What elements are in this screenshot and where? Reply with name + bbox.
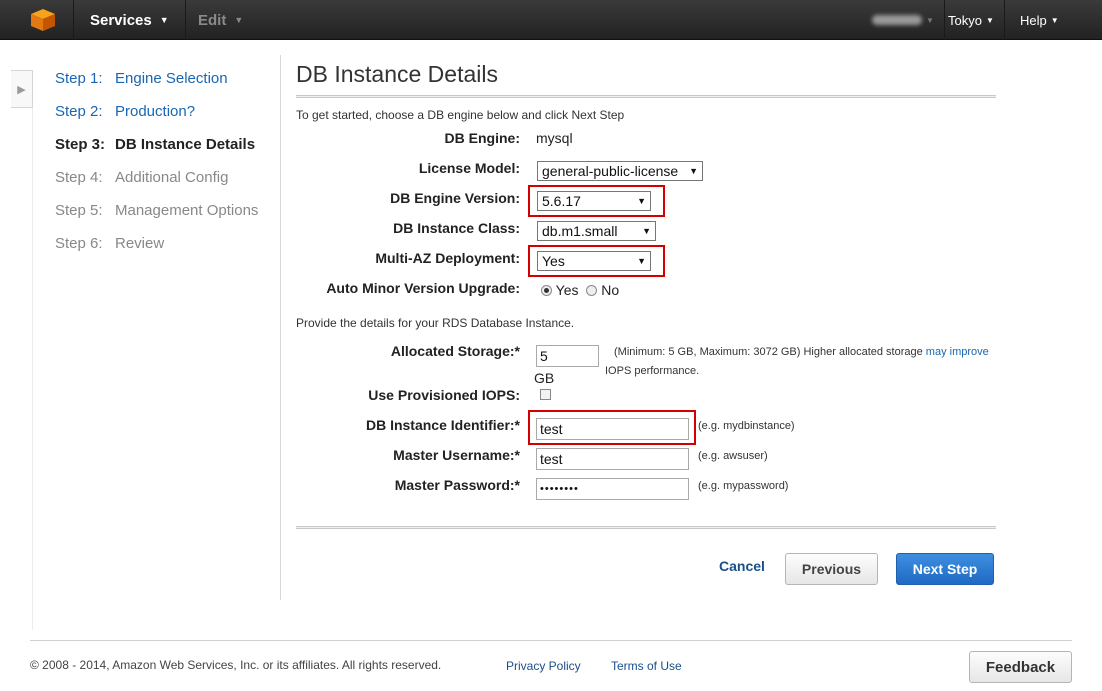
step-production[interactable]: Step 2: Production? — [55, 103, 195, 120]
radio-no-label: No — [601, 282, 620, 298]
step-label: DB Instance Details — [115, 136, 256, 153]
steps-divider — [280, 55, 281, 600]
may-improve-link[interactable]: may improve — [926, 346, 989, 358]
step-review: Step 6: Review — [55, 235, 164, 252]
allocated-storage-input[interactable]: 5 — [536, 345, 599, 367]
instance-identifier-input[interactable]: test — [536, 418, 689, 440]
db-engine-label: DB Engine: — [444, 130, 520, 146]
dropdown-arrow-icon: ▼ — [642, 226, 651, 236]
license-model-label: License Model: — [418, 160, 520, 176]
step-number: Step 3: — [55, 136, 106, 153]
master-password-input[interactable]: •••••••• — [536, 478, 689, 500]
title-divider — [296, 95, 996, 98]
provisioned-iops-checkbox[interactable] — [540, 389, 551, 400]
expand-sidebar-button[interactable]: ▶ — [11, 70, 33, 108]
storage-unit: GB — [534, 370, 555, 386]
step-label: Management Options — [115, 202, 259, 219]
terms-of-use-link[interactable]: Terms of Use — [611, 659, 682, 673]
select-value: general-public-license — [542, 163, 679, 179]
radio-yes[interactable] — [541, 285, 552, 296]
account-menu[interactable]: ▼ — [862, 0, 945, 40]
license-model-select[interactable]: general-public-license ▼ — [537, 161, 703, 181]
step-number: Step 1: — [55, 70, 103, 87]
footer-divider — [30, 640, 1072, 641]
intro-text: To get started, choose a DB engine below… — [296, 108, 625, 122]
chevron-down-icon: ▼ — [234, 15, 244, 25]
help-menu[interactable]: Help ▼ — [1010, 0, 1069, 40]
dropdown-arrow-icon: ▼ — [637, 256, 646, 266]
page-title: DB Instance Details — [296, 61, 498, 87]
chevron-down-icon: ▼ — [1050, 15, 1059, 25]
multi-az-select[interactable]: Yes ▼ — [537, 251, 651, 271]
master-username-label: Master Username:* — [393, 447, 520, 463]
step-additional-config: Step 4: Additional Config — [55, 169, 228, 186]
region-label: Tokyo — [948, 12, 982, 28]
db-engine-value: mysql — [536, 130, 573, 146]
cancel-button[interactable]: Cancel — [719, 558, 765, 574]
engine-version-select[interactable]: 5.6.17 ▼ — [537, 191, 651, 211]
allocated-storage-hint: (Minimum: 5 GB, Maximum: 3072 GB) Higher… — [614, 346, 989, 358]
step-number: Step 6: — [55, 235, 103, 252]
form-bottom-divider — [296, 526, 996, 529]
redacted-account-name — [872, 15, 922, 25]
step-label: Additional Config — [115, 169, 229, 186]
step-engine-selection[interactable]: Step 1: Engine Selection — [55, 70, 228, 87]
auto-minor-upgrade-label: Auto Minor Version Upgrade: — [326, 280, 520, 296]
master-password-label: Master Password:* — [394, 477, 520, 493]
help-label: Help — [1020, 12, 1047, 28]
feedback-button[interactable]: Feedback — [969, 651, 1072, 683]
radio-no[interactable] — [586, 285, 598, 296]
provisioned-iops-label: Use Provisioned IOPS: — [368, 387, 520, 403]
select-value: db.m1.small — [542, 223, 618, 239]
dropdown-arrow-icon: ▼ — [637, 196, 646, 206]
multi-az-label: Multi-AZ Deployment: — [375, 250, 520, 266]
instance-identifier-label: DB Instance Identifier:* — [365, 417, 520, 433]
allocated-storage-label: Allocated Storage:* — [390, 343, 520, 359]
step-label: Production? — [115, 103, 196, 120]
master-username-hint: (e.g. awsuser) — [698, 450, 768, 462]
dropdown-arrow-icon: ▼ — [689, 166, 698, 176]
top-navigation-bar: Services ▼ Edit ▼ ▼ Tokyo ▼ Help ▼ — [0, 0, 1102, 40]
allocated-storage-hint-cont: IOPS performance. — [605, 365, 700, 377]
step-db-instance-details: Step 3: DB Instance Details — [55, 136, 255, 153]
edit-label: Edit — [198, 11, 227, 29]
instance-details-intro: Provide the details for your RDS Databas… — [296, 316, 575, 330]
chevron-right-icon: ▶ — [17, 83, 26, 96]
select-value: Yes — [542, 253, 565, 269]
chevron-down-icon: ▼ — [985, 15, 994, 25]
hint-text: (Minimum: 5 GB, Maximum: 3072 GB) Higher… — [614, 346, 923, 358]
step-label: Review — [115, 235, 165, 252]
step-number: Step 2: — [55, 103, 103, 120]
copyright-text: © 2008 - 2014, Amazon Web Services, Inc.… — [30, 658, 442, 672]
auto-minor-upgrade-radios: Yes No — [541, 282, 619, 298]
next-step-button[interactable]: Next Step — [896, 553, 994, 585]
aws-logo-icon[interactable] — [30, 8, 56, 32]
instance-class-label: DB Instance Class: — [393, 220, 520, 236]
chevron-down-icon: ▼ — [159, 15, 169, 25]
previous-button[interactable]: Previous — [785, 553, 878, 585]
step-number: Step 5: — [55, 202, 103, 219]
engine-version-label: DB Engine Version: — [390, 190, 520, 206]
step-label: Engine Selection — [115, 70, 228, 87]
radio-yes-label: Yes — [555, 282, 579, 298]
services-label: Services — [90, 11, 152, 29]
sidebar-guide-line — [32, 108, 33, 630]
instance-class-select[interactable]: db.m1.small ▼ — [537, 221, 656, 241]
step-management-options: Step 5: Management Options — [55, 202, 258, 219]
master-password-hint: (e.g. mypassword) — [698, 480, 789, 492]
region-menu[interactable]: Tokyo ▼ — [938, 0, 1005, 40]
master-username-input[interactable]: test — [536, 448, 689, 470]
step-number: Step 4: — [55, 169, 103, 186]
privacy-policy-link[interactable]: Privacy Policy — [506, 659, 581, 673]
instance-identifier-hint: (e.g. mydbinstance) — [698, 420, 795, 432]
select-value: 5.6.17 — [542, 193, 581, 209]
chevron-down-icon: ▼ — [926, 15, 934, 25]
edit-menu[interactable]: Edit ▼ — [184, 0, 257, 40]
services-menu[interactable]: Services ▼ — [73, 0, 186, 40]
